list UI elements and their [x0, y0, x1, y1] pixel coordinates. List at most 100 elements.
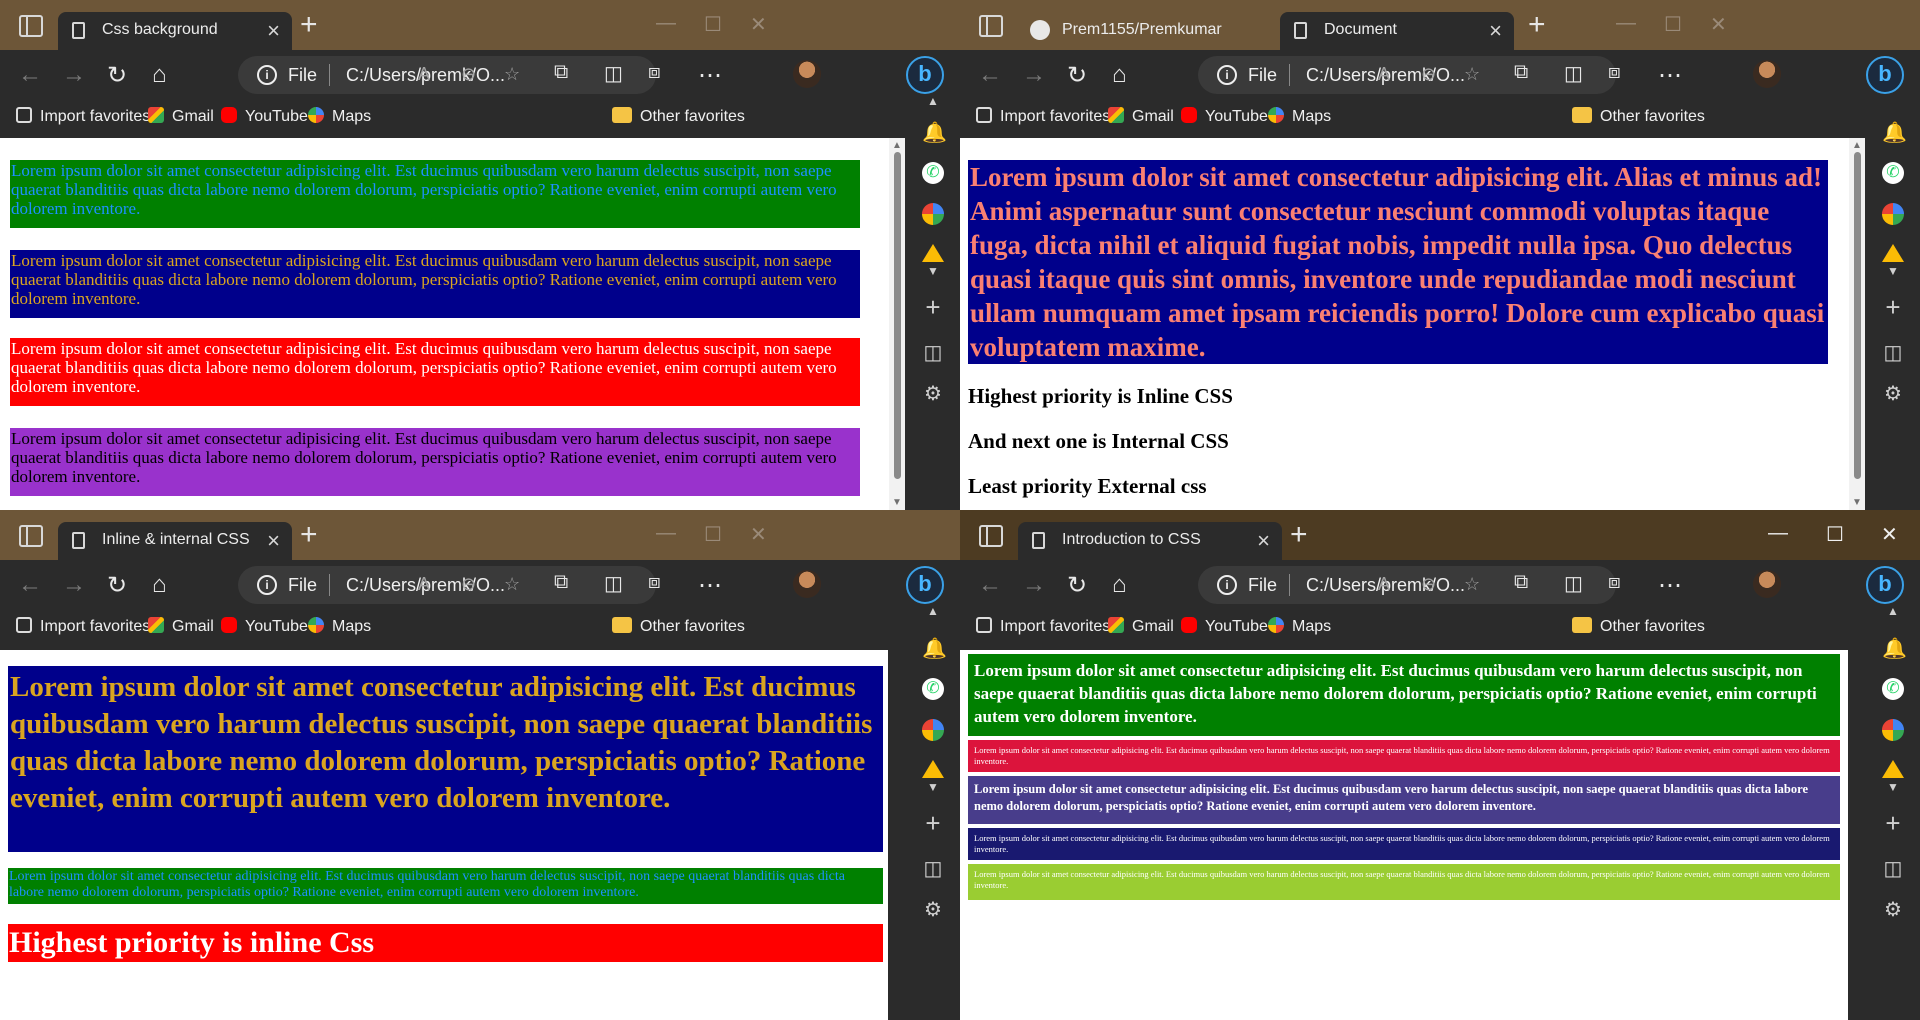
google-icon[interactable] — [922, 719, 944, 741]
other-favorites[interactable]: Other favorites — [612, 107, 745, 126]
read-aloud-icon[interactable]: A — [418, 574, 430, 595]
maximize-button[interactable]: ☐ — [1664, 12, 1682, 37]
zoom-out-icon[interactable]: ⊖ — [1421, 574, 1436, 595]
extensions-icon[interactable]: ⧉ — [554, 61, 568, 84]
split-screen-icon[interactable]: ◫ — [1564, 61, 1583, 86]
import-favorites[interactable]: Import favorites — [16, 617, 150, 636]
favorite-maps[interactable]: Maps — [308, 617, 371, 636]
bing-icon[interactable]: b — [906, 566, 944, 604]
zoom-out-icon[interactable]: ⊖ — [1421, 64, 1436, 85]
forward-button[interactable]: → — [62, 571, 86, 599]
info-icon[interactable]: i — [1217, 65, 1237, 85]
bell-icon[interactable]: 🔔 — [922, 638, 947, 660]
split-screen-icon[interactable]: ◫ — [604, 61, 623, 86]
new-tab-button[interactable]: + — [300, 518, 318, 552]
whatsapp-icon[interactable]: ✆ — [1882, 678, 1904, 700]
avatar[interactable] — [1753, 570, 1781, 598]
favorite-youtube[interactable]: YouTube — [1181, 107, 1268, 126]
whatsapp-icon[interactable]: ✆ — [922, 162, 944, 184]
import-favorites[interactable]: Import favorites — [976, 617, 1110, 636]
bing-icon[interactable]: b — [906, 56, 944, 94]
tab-introduction-to-css[interactable]: Introduction to CSS × — [1018, 522, 1282, 560]
split-screen-icon[interactable]: ◫ — [1882, 342, 1904, 364]
extensions-icon[interactable]: ⧉ — [1514, 61, 1528, 84]
home-button[interactable]: ⌂ — [152, 61, 167, 89]
tab-actions-icon[interactable] — [19, 15, 43, 37]
scroll-down-icon[interactable]: ▼ — [892, 497, 902, 508]
minimize-button[interactable]: — — [656, 12, 676, 35]
favorite-youtube[interactable]: YouTube — [221, 107, 308, 126]
forward-button[interactable]: → — [1022, 571, 1046, 599]
zoom-out-icon[interactable]: ⊖ — [461, 64, 476, 85]
info-icon[interactable]: i — [257, 65, 277, 85]
other-favorites[interactable]: Other favorites — [1572, 617, 1705, 636]
collections-icon[interactable]: ⧈ — [1608, 571, 1621, 594]
address-bar[interactable]: i File C:/Users/premk/O... A ⊖ ☆ — [1198, 566, 1616, 604]
maximize-button[interactable]: ☐ — [1826, 522, 1844, 547]
scroll-up-icon[interactable]: ▲ — [1852, 140, 1862, 151]
google-icon[interactable] — [922, 203, 944, 225]
favorite-youtube[interactable]: YouTube — [221, 617, 308, 636]
read-aloud-icon[interactable]: A — [1378, 64, 1390, 85]
address-bar[interactable]: i File C:/Users/premk/O... A ⊖ ☆ — [238, 566, 656, 604]
info-icon[interactable]: i — [257, 575, 277, 595]
tab-inline-internal-css[interactable]: Inline & internal CSS × — [58, 522, 292, 560]
import-favorites[interactable]: Import favorites — [16, 107, 150, 126]
scroll-thumb[interactable] — [894, 152, 901, 479]
forward-button[interactable]: → — [62, 61, 86, 89]
google-icon[interactable] — [1882, 203, 1904, 225]
tab-actions-icon[interactable] — [979, 15, 1003, 37]
new-tab-button[interactable]: + — [1528, 8, 1546, 42]
refresh-button[interactable]: ↻ — [1067, 571, 1087, 600]
favorite-star-icon[interactable]: ☆ — [1464, 574, 1480, 595]
google-icon[interactable] — [1882, 719, 1904, 741]
extensions-icon[interactable]: ⧉ — [554, 571, 568, 594]
bing-icon[interactable]: b — [1866, 56, 1904, 94]
close-tab-icon[interactable]: × — [1257, 528, 1270, 554]
favorite-gmail[interactable]: Gmail — [1108, 107, 1174, 126]
back-button[interactable]: ← — [18, 61, 42, 89]
tab-actions-icon[interactable] — [19, 525, 43, 547]
zoom-out-icon[interactable]: ⊖ — [461, 574, 476, 595]
chevron-up-icon[interactable]: ▲ — [922, 90, 944, 112]
whatsapp-icon[interactable]: ✆ — [922, 678, 944, 700]
bell-icon[interactable]: 🔔 — [1882, 638, 1907, 660]
favorite-gmail[interactable]: Gmail — [1108, 617, 1174, 636]
refresh-button[interactable]: ↻ — [107, 61, 127, 90]
avatar[interactable] — [793, 570, 821, 598]
favorite-maps[interactable]: Maps — [308, 107, 371, 126]
plus-icon[interactable]: + — [922, 810, 944, 836]
scroll-down-icon[interactable]: ▼ — [1852, 497, 1862, 508]
gear-icon[interactable]: ⚙ — [1882, 899, 1904, 921]
home-button[interactable]: ⌂ — [1112, 61, 1127, 89]
plus-icon[interactable]: + — [1882, 294, 1904, 320]
tab-document[interactable]: Document × — [1280, 12, 1514, 50]
import-favorites[interactable]: Import favorites — [976, 107, 1110, 126]
refresh-button[interactable]: ↻ — [107, 571, 127, 600]
split-screen-icon[interactable]: ◫ — [604, 571, 623, 596]
forward-button[interactable]: → — [1022, 61, 1046, 89]
close-tab-icon[interactable]: × — [1489, 18, 1502, 44]
vertical-scrollbar[interactable]: ▲ ▼ — [1849, 138, 1865, 510]
gear-icon[interactable]: ⚙ — [922, 899, 944, 921]
back-button[interactable]: ← — [978, 61, 1002, 89]
new-tab-button[interactable]: + — [1290, 518, 1308, 552]
other-favorites[interactable]: Other favorites — [1572, 107, 1705, 126]
split-screen-icon[interactable]: ◫ — [922, 858, 944, 880]
bell-icon[interactable]: 🔔 — [1882, 122, 1907, 144]
more-menu-icon[interactable]: ⋯ — [698, 571, 722, 600]
more-menu-icon[interactable]: ⋯ — [1658, 61, 1682, 90]
minimize-button[interactable]: — — [656, 522, 676, 545]
maximize-button[interactable]: ☐ — [704, 522, 722, 547]
close-window-button[interactable]: ✕ — [750, 522, 767, 547]
close-tab-icon[interactable]: × — [267, 18, 280, 44]
address-bar[interactable]: i File C:/Users/premk/O... A ⊖ ☆ — [238, 56, 656, 94]
read-aloud-icon[interactable]: A — [418, 64, 430, 85]
collections-icon[interactable]: ⧈ — [1608, 61, 1621, 84]
avatar[interactable] — [1753, 60, 1781, 88]
favorite-star-icon[interactable]: ☆ — [1464, 64, 1480, 85]
plus-icon[interactable]: + — [922, 294, 944, 320]
favorite-maps[interactable]: Maps — [1268, 617, 1331, 636]
chevron-down-icon[interactable]: ▼ — [922, 776, 944, 798]
close-tab-icon[interactable]: × — [267, 528, 280, 554]
